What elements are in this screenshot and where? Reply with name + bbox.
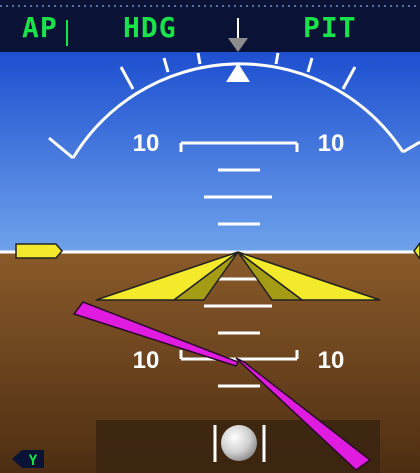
- mode-annunciator-bar: AP HDG PIT: [0, 0, 420, 52]
- autopilot-annunciator: AP: [22, 11, 58, 44]
- left-wing-marker-icon: [15, 243, 63, 259]
- primary-flight-display: 10 10 10 10 Y AP HDG PIT: [0, 0, 420, 473]
- annunciator-scale: [0, 5, 420, 52]
- sky: [0, 52, 420, 252]
- pitch-label-upper-right: 10: [318, 130, 345, 157]
- attitude-indicator: 10 10 10 10 Y: [0, 52, 420, 473]
- pitch-label-lower-right: 10: [318, 347, 345, 374]
- pitch-label-upper-left: 10: [133, 130, 160, 157]
- slip-skid-ball-icon: [221, 425, 257, 461]
- pitch-label-lower-left: 10: [133, 347, 160, 374]
- lateral-mode-annunciator: HDG: [123, 11, 177, 44]
- yaw-damper-label: Y: [29, 453, 38, 469]
- vertical-mode-annunciator: PIT: [303, 11, 357, 44]
